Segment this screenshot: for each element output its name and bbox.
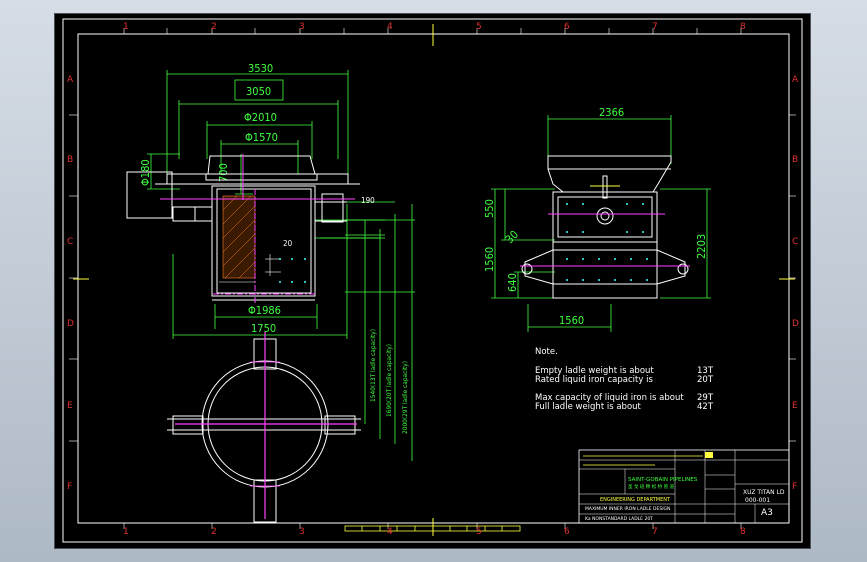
dim-phi180: Φ180 (139, 159, 152, 186)
tb-size: A3 (761, 508, 773, 518)
tb-drawing-no-1: XUZ TITAN LD (743, 489, 785, 496)
dim-2203: 2203 (695, 234, 708, 259)
dim-phi2010: Φ2010 (244, 111, 277, 124)
col-label-top-8: 8 (740, 22, 746, 32)
col-label-top-1: 1 (123, 22, 129, 32)
tb-drawing-no-2: 000-001 (745, 497, 770, 504)
title-block: SAINT-GOBAIN PIPELINES 圣 戈 班 穆 松 桥 管 道 E… (578, 449, 790, 524)
col-label-bottom-6: 6 (564, 527, 570, 537)
col-label-top-2: 2 (211, 22, 217, 32)
row-label-left-C: C (67, 237, 73, 247)
outer-frame (62, 18, 803, 543)
vertical-label-2: 1690(20T ladle capacity) (385, 344, 393, 417)
tb-title-1: MAXIMUM INNER IRON LADLE DESIGN (585, 506, 670, 512)
note-line-2-value: 20T (697, 375, 714, 385)
dim-3050: 3050 (246, 85, 271, 98)
top-plan-view (167, 332, 361, 523)
row-label-left-B: B (67, 155, 73, 165)
row-label-left-E: E (67, 401, 73, 411)
dim-30: 30 (503, 228, 521, 246)
cad-drawing: 1 2 3 4 5 6 7 8 1 2 3 4 5 6 7 8 A B C D … (62, 18, 803, 543)
row-label-right-D: D (792, 319, 799, 329)
col-label-top-3: 3 (299, 22, 305, 32)
row-label-right-B: B (792, 155, 798, 165)
dim-1750: 1750 (251, 322, 276, 335)
tb-company: SAINT-GOBAIN PIPELINES (628, 477, 698, 483)
dim-2366: 2366 (599, 106, 624, 119)
col-label-bottom-5: 5 (476, 527, 482, 537)
row-label-right-F: F (792, 482, 797, 492)
side-elevation-view: 2366 550 1560 640 2203 1560 30 (483, 106, 711, 332)
col-label-bottom-4: 4 (387, 527, 393, 537)
col-label-top-4: 4 (387, 22, 393, 32)
vertical-label-1: 1540(13T ladle capacity) (369, 329, 377, 402)
notes-heading: Note. (535, 347, 558, 357)
note-line-2-label: Rated liquid iron capacity is (535, 375, 653, 385)
col-label-top-5: 5 (476, 22, 482, 32)
dim-700: 700 (217, 163, 230, 182)
col-label-top-6: 6 (564, 22, 570, 32)
tb-company-sub: 圣 戈 班 穆 松 桥 管 道 (628, 483, 675, 490)
dim-phi1570: Φ1570 (245, 131, 278, 144)
col-label-bottom-1: 1 (123, 527, 129, 537)
dim-20: 20 (283, 239, 293, 248)
dim-3530: 3530 (248, 62, 273, 75)
cad-viewport[interactable]: 1 2 3 4 5 6 7 8 1 2 3 4 5 6 7 8 A B C D … (55, 14, 810, 548)
row-label-right-E: E (792, 401, 798, 411)
dim-190: 190 (361, 196, 375, 205)
note-line-4-value: 42T (697, 402, 714, 412)
dim-1560b: 1560 (559, 314, 584, 327)
col-label-bottom-2: 2 (211, 527, 217, 537)
bolt-marks (279, 258, 306, 283)
col-label-top-7: 7 (652, 22, 658, 32)
note-line-4-label: Full ladle weight is about (535, 402, 642, 412)
row-label-left-D: D (67, 319, 74, 329)
row-label-left-F: F (67, 482, 72, 492)
notes-block: Note. Empty ladle weight is about 13T Ra… (535, 347, 714, 412)
ruler-ticks (69, 28, 796, 529)
front-section-view: 3530 3050 Φ2010 Φ1570 700 Φ180 190 20 Φ1… (126, 62, 415, 461)
row-label-right-A: A (792, 75, 799, 85)
dim-640: 640 (506, 273, 519, 292)
dim-550: 550 (483, 199, 496, 218)
row-label-right-C: C (792, 237, 798, 247)
tb-project: ENGINEERING DEPARTMENT (600, 497, 671, 503)
centering-marks (73, 24, 795, 536)
tb-title-2: Ka NONSTANDARD LADLE 20T (585, 516, 653, 522)
col-label-bottom-8: 8 (740, 527, 746, 537)
col-label-bottom-7: 7 (652, 527, 658, 537)
vertical-label-3: 2000(29T ladle capacity) (401, 361, 409, 434)
dim-phi1986: Φ1986 (248, 304, 281, 317)
col-label-bottom-3: 3 (299, 527, 305, 537)
dim-1560: 1560 (483, 247, 496, 272)
row-label-left-A: A (67, 75, 74, 85)
